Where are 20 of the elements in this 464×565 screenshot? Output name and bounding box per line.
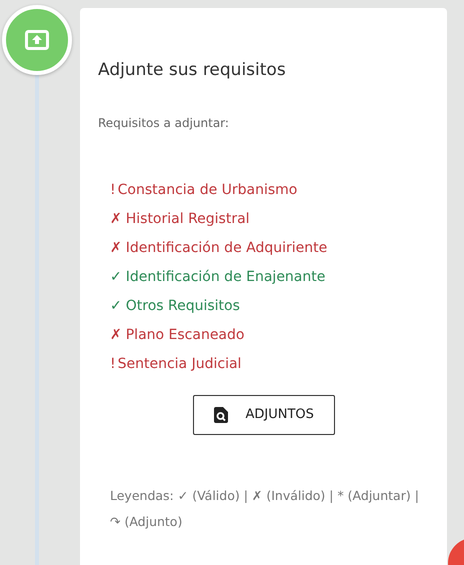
status-mark: ✗ <box>110 210 122 230</box>
attachments-button[interactable]: ADJUNTOS <box>192 395 334 435</box>
status-mark: ✓ <box>110 297 122 316</box>
file-search-icon <box>214 407 228 424</box>
status-mark: ✗ <box>110 239 122 258</box>
status-mark: ✗ <box>110 326 122 346</box>
legend-text: Leyendas: ✓ (Válido) | ✗ (Inválido) | * (Adjuntar) | ↷ (Adjunto) <box>109 486 420 531</box>
requirement-label: Historial Registral <box>126 211 250 228</box>
card-title: Adjunte sus requisitos <box>98 60 287 80</box>
requirement-label: Otros Requisitos <box>126 298 240 314</box>
upload-icon <box>25 30 49 50</box>
requirement-label: Constancia de Urbanismo <box>118 182 298 198</box>
status-mark: ✓ <box>110 268 122 288</box>
status-mark: ! <box>110 355 116 374</box>
subtitle: Requisitos a adjuntar: <box>98 115 230 132</box>
requirement-label: Sentencia Judicial <box>118 356 242 372</box>
status-mark: ! <box>110 181 116 200</box>
requirement-label: Identificación de Adquiriente <box>126 240 328 256</box>
requirement-label: Identificación de Enajenante <box>126 269 326 286</box>
requirement-label: Plano Escaneado <box>126 327 244 344</box>
